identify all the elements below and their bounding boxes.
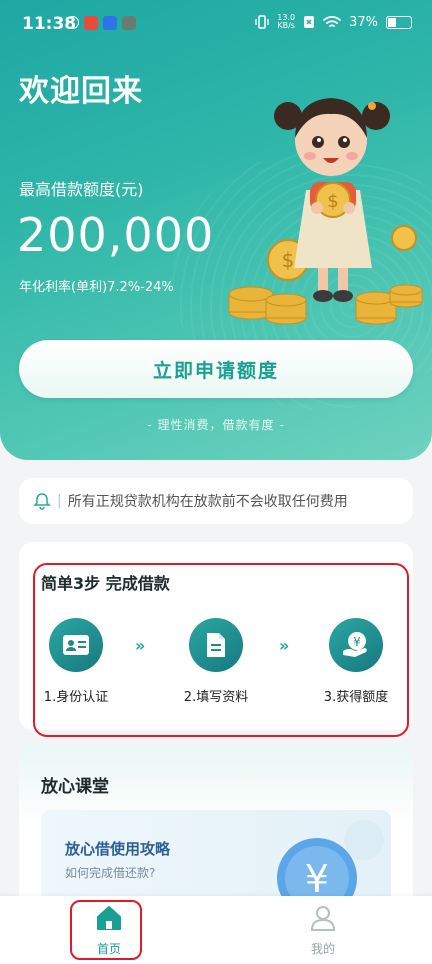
user-icon — [310, 906, 336, 931]
network-speed: 13.0 KB/s — [277, 14, 295, 30]
girl-with-coins-illustration: $ $ — [228, 98, 423, 325]
app-notification-icon — [103, 16, 117, 30]
network-speed-unit: KB/s — [277, 21, 295, 30]
welcome-title: 欢迎回来 — [19, 74, 143, 109]
limit-label: 最高借款额度(元) — [19, 180, 144, 199]
yuan-symbol: ¥ — [305, 857, 329, 901]
battery-percent: 37% — [349, 14, 378, 30]
slogan: - 理性消费，借款有度 - — [147, 418, 285, 432]
steps-highlight-box — [33, 563, 409, 737]
svg-text:$: $ — [327, 191, 338, 212]
notice-bar[interactable]: | 所有正规贷款机构在放款前不会收取任何费用 — [19, 478, 413, 524]
sim-icon — [304, 16, 315, 28]
vibrate-icon — [255, 15, 269, 29]
tab-label: 我的 — [310, 942, 335, 956]
notification-icons — [66, 16, 136, 30]
bottom-tab-bar: 首页 我的 — [0, 896, 432, 964]
notice-text: 所有正规贷款机构在放款前不会收取任何费用 — [67, 494, 348, 510]
course-title: 放心课堂 — [41, 777, 109, 797]
wifi-icon — [323, 16, 341, 27]
apply-limit-button[interactable]: 立即申请额度 — [19, 340, 413, 398]
battery-icon — [386, 15, 412, 29]
status-bar: 11:38 13.0 KB/s 37% — [0, 0, 432, 50]
limit-amount: 200,000 — [17, 208, 215, 262]
tab-me[interactable]: 我的 — [283, 904, 363, 957]
notice-separator: | — [57, 493, 62, 509]
banner-title: 放心借使用攻略 — [65, 840, 171, 858]
hero-banner: 11:38 13.0 KB/s 37% 欢迎回来 最高借款额度(元) 200,0… — [0, 0, 432, 460]
interest-rate: 年化利率(单利)7.2%-24% — [19, 280, 174, 295]
svg-text:$: $ — [282, 248, 295, 272]
tab-highlight-box — [70, 900, 142, 960]
status-right: 13.0 KB/s 37% — [255, 14, 412, 30]
app-notification-icon — [84, 16, 98, 30]
banner-subtitle: 如何完成借还款? — [65, 866, 156, 880]
app-notification-icon — [122, 16, 136, 30]
app-notification-icon — [66, 16, 79, 29]
bell-icon — [33, 493, 51, 510]
